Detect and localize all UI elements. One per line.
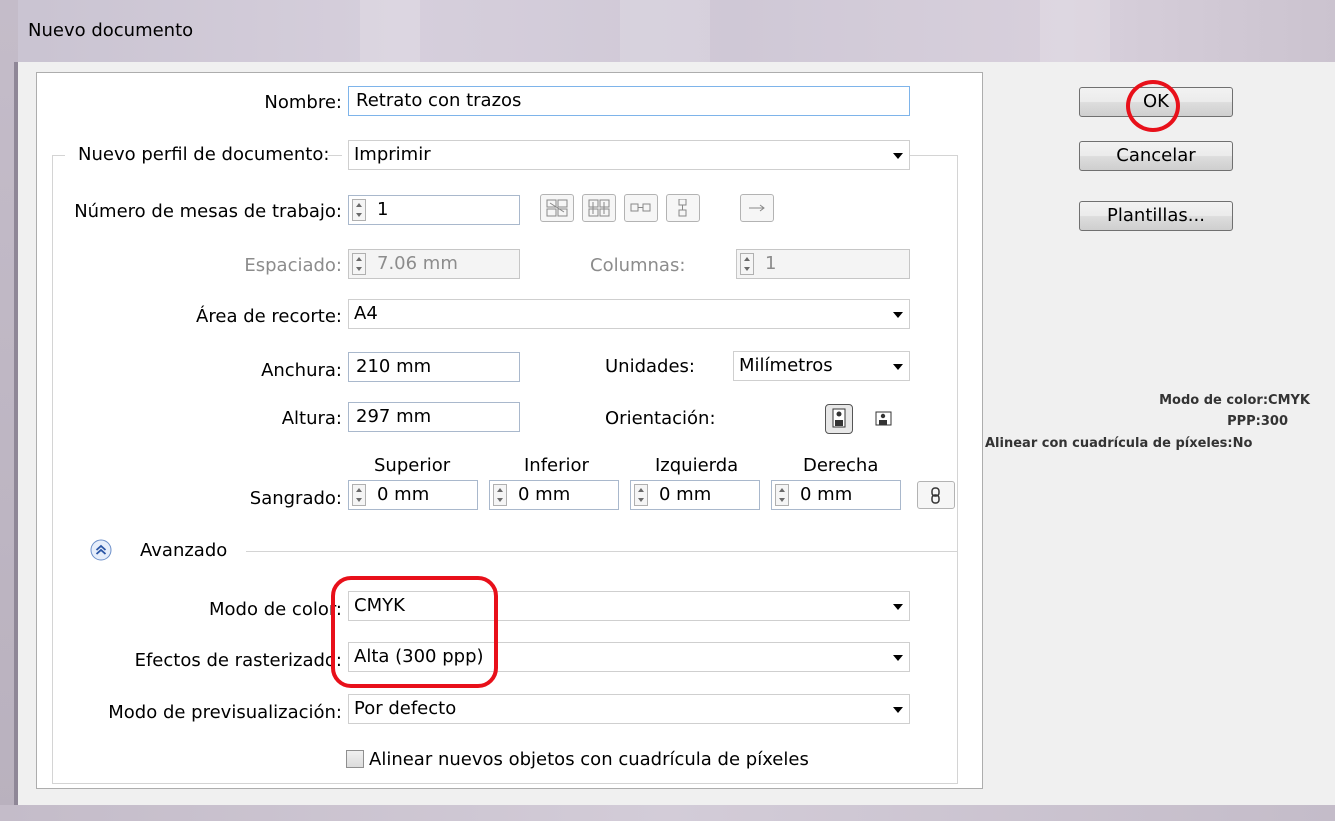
advanced-label: Avanzado	[140, 540, 228, 561]
chevron-down-icon	[893, 364, 903, 370]
stepper-icon[interactable]	[352, 199, 366, 221]
portrait-orientation-icon[interactable]	[825, 404, 853, 434]
crop-area-label: Área de recorte:	[196, 306, 342, 327]
spacing-label: Espaciado:	[244, 255, 342, 276]
bleed-right-input[interactable]: 0 mm	[771, 480, 901, 510]
units-value: Milímetros	[739, 355, 833, 376]
stepper-icon[interactable]	[352, 253, 366, 275]
arrange-by-column-icon[interactable]	[666, 194, 700, 222]
arrange-by-row-icon[interactable]	[624, 194, 658, 222]
change-to-right-to-left-icon[interactable]	[740, 194, 774, 222]
profile-group-line-top-right	[910, 155, 958, 156]
profile-group-line-bottom	[52, 783, 958, 784]
bleed-top-input[interactable]: 0 mm	[348, 480, 478, 510]
height-input[interactable]: 297 mm	[348, 402, 520, 432]
height-label: Altura:	[281, 408, 342, 429]
crop-area-select[interactable]: A4	[348, 299, 910, 329]
bleed-top-label: Superior	[374, 455, 451, 476]
grid-by-row-icon[interactable]	[540, 194, 574, 222]
bleed-right-label: Derecha	[803, 455, 879, 476]
chevron-down-icon	[893, 707, 903, 713]
width-input[interactable]: 210 mm	[348, 352, 520, 382]
units-label: Unidades:	[605, 356, 695, 377]
artboards-input[interactable]: 1	[348, 195, 520, 225]
bleed-left-input[interactable]: 0 mm	[630, 480, 760, 510]
bleed-bottom-label: Inferior	[524, 455, 589, 476]
landscape-orientation-icon[interactable]	[870, 404, 898, 434]
name-label: Nombre:	[264, 92, 342, 113]
chevron-down-icon	[893, 604, 903, 610]
color-raster-highlight-box	[331, 576, 498, 688]
profile-group-line-right	[957, 155, 958, 783]
templates-button[interactable]: Plantillas...	[1079, 201, 1233, 231]
columns-label: Columnas:	[590, 255, 686, 276]
bleed-right-value: 0 mm	[800, 484, 853, 505]
stepper-icon[interactable]	[634, 484, 648, 506]
align-pixel-grid-checkbox[interactable]	[346, 750, 364, 768]
chevron-down-icon	[893, 655, 903, 661]
info-ppi: PPP:300	[1227, 414, 1288, 429]
columns-value: 1	[765, 253, 777, 274]
cancel-button[interactable]: Cancelar	[1079, 141, 1233, 171]
collapse-advanced-icon[interactable]	[90, 539, 112, 561]
stepper-icon[interactable]	[740, 253, 754, 275]
profile-select-value: Imprimir	[354, 144, 431, 165]
spacing-value: 7.06 mm	[377, 253, 458, 274]
title-bar: Nuevo documento	[0, 0, 1335, 62]
grid-by-column-icon[interactable]	[582, 194, 616, 222]
preview-mode-label: Modo de previsualización:	[108, 702, 342, 723]
chevron-down-icon	[893, 312, 903, 318]
crop-area-value: A4	[354, 303, 378, 324]
artboards-value: 1	[377, 199, 389, 220]
info-pixel-grid: Alinear con cuadrícula de píxeles:No	[985, 436, 1253, 451]
info-color-mode: Modo de color:CMYK	[1159, 393, 1310, 408]
stepper-icon[interactable]	[352, 484, 366, 506]
bleed-bottom-value: 0 mm	[518, 484, 571, 505]
artboards-label: Número de mesas de trabajo:	[74, 201, 342, 222]
window-title: Nuevo documento	[28, 20, 194, 41]
profile-select[interactable]: Imprimir	[348, 140, 910, 170]
stepper-icon[interactable]	[775, 484, 789, 506]
stepper-icon[interactable]	[493, 484, 507, 506]
preview-mode-value: Por defecto	[354, 698, 457, 719]
spacing-input[interactable]: 7.06 mm	[348, 249, 520, 279]
document-name-input[interactable]: Retrato con trazos	[348, 86, 910, 116]
profile-group-line-vertical	[52, 155, 53, 783]
raster-effects-label: Efectos de rasterizado:	[134, 650, 342, 671]
bleed-left-label: Izquierda	[655, 455, 739, 476]
bleed-top-value: 0 mm	[377, 484, 430, 505]
align-pixel-grid-label: Alinear nuevos objetos con cuadrícula de…	[369, 749, 809, 770]
chevron-down-icon	[893, 153, 903, 159]
bleed-label: Sangrado:	[249, 488, 342, 509]
orientation-label: Orientación:	[605, 408, 716, 429]
link-bleed-values-icon[interactable]	[917, 481, 955, 509]
columns-input[interactable]: 1	[736, 249, 910, 279]
width-label: Anchura:	[261, 360, 342, 381]
advanced-divider	[246, 551, 958, 552]
window-frame-bottom	[0, 805, 1335, 821]
units-select[interactable]: Milímetros	[733, 351, 910, 381]
profile-group-line-mid	[328, 155, 342, 156]
ok-highlight-circle	[1126, 80, 1180, 132]
color-mode-label: Modo de color:	[209, 599, 342, 620]
window-frame-left	[0, 0, 18, 821]
preview-mode-select[interactable]: Por defecto	[348, 694, 910, 724]
profile-group-line-left	[52, 155, 65, 156]
bleed-bottom-input[interactable]: 0 mm	[489, 480, 619, 510]
profile-label: Nuevo perfil de documento:	[76, 144, 330, 165]
bleed-left-value: 0 mm	[659, 484, 712, 505]
